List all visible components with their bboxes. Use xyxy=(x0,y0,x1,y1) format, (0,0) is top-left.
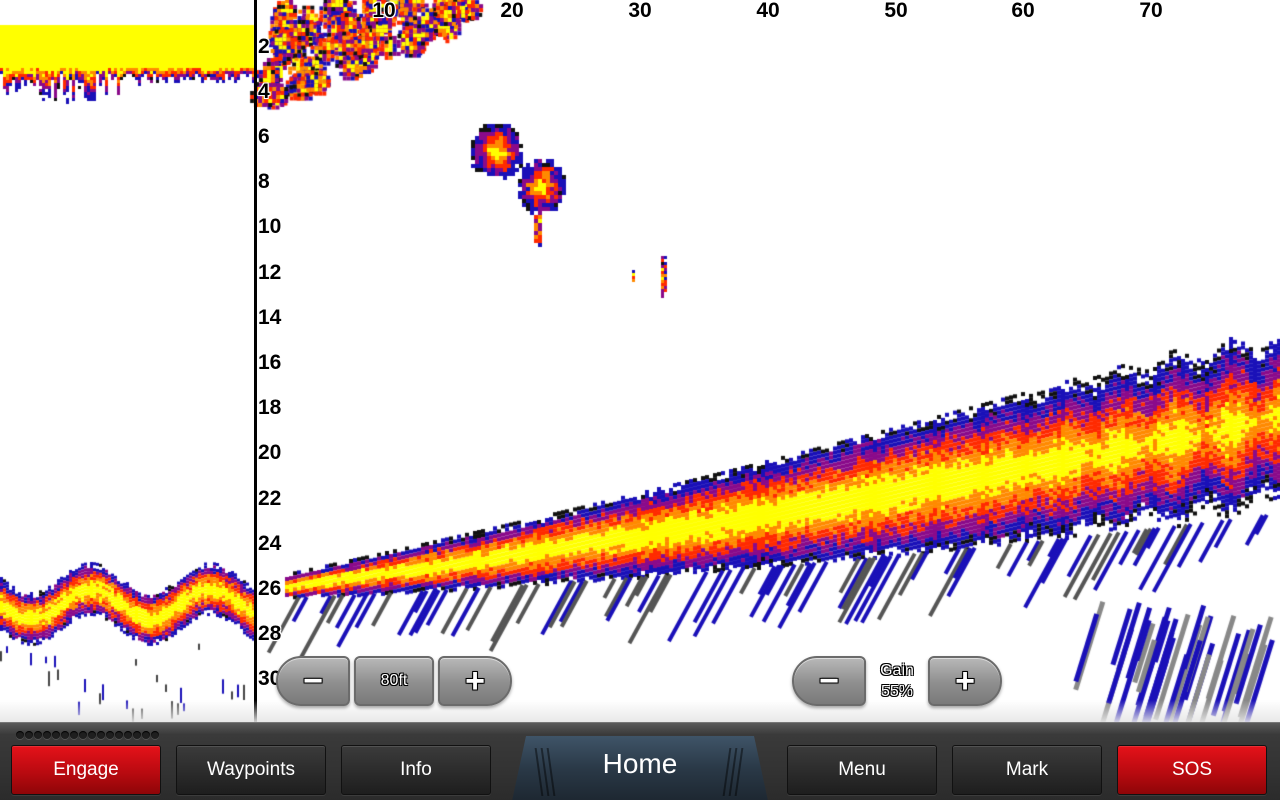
depth-label: 24 xyxy=(258,532,282,555)
status-led xyxy=(151,731,159,739)
info-button[interactable]: Info xyxy=(341,745,491,795)
distance-label: 60 xyxy=(1011,0,1035,22)
plus-icon: + xyxy=(465,662,485,700)
range-value: 80ft xyxy=(380,672,408,689)
waypoints-button[interactable]: Waypoints xyxy=(176,745,326,795)
gain-increase-button[interactable]: + xyxy=(928,656,1002,706)
depth-label: 12 xyxy=(258,261,282,284)
status-led xyxy=(25,731,33,739)
status-led xyxy=(133,731,141,739)
minus-icon: − xyxy=(819,662,839,700)
status-led xyxy=(115,731,123,739)
range-control: − 80ft + xyxy=(276,656,512,706)
depth-label: 16 xyxy=(258,351,282,374)
depth-label: 6 xyxy=(258,125,270,148)
bottom-fade xyxy=(0,700,1280,722)
depth-label: 8 xyxy=(258,170,270,193)
gain-title: Gain xyxy=(880,662,914,679)
depth-label: 4 xyxy=(258,80,270,103)
distance-label: 50 xyxy=(884,0,908,22)
sos-button-label: SOS xyxy=(1171,759,1213,780)
distance-label: 30 xyxy=(628,0,652,22)
menu-button-label: Menu xyxy=(838,759,886,780)
status-led xyxy=(124,731,132,739)
home-tab-label: Home xyxy=(602,748,678,779)
status-led xyxy=(142,731,150,739)
gain-readout: Gain 55% xyxy=(866,660,928,702)
range-value-button[interactable]: 80ft xyxy=(354,656,434,706)
status-led xyxy=(61,731,69,739)
history-divider-line xyxy=(254,0,257,722)
gain-control: − Gain 55% + xyxy=(792,656,1002,706)
status-led xyxy=(79,731,87,739)
sonar-returns-canvas[interactable] xyxy=(0,0,1280,722)
home-tab[interactable]: Home xyxy=(512,736,768,800)
status-led xyxy=(34,731,42,739)
depth-label: 28 xyxy=(258,622,282,645)
depth-label: 20 xyxy=(258,441,282,464)
info-button-label: Info xyxy=(400,759,432,780)
depth-label: 22 xyxy=(258,487,282,510)
status-led xyxy=(52,731,60,739)
depth-label: 14 xyxy=(258,306,282,329)
engage-button-label: Engage xyxy=(53,759,119,780)
distance-label: 10 xyxy=(372,0,396,22)
distance-label: 20 xyxy=(500,0,524,22)
menu-button[interactable]: Menu xyxy=(787,745,937,795)
range-decrease-button[interactable]: − xyxy=(276,656,350,706)
engage-button[interactable]: Engage xyxy=(11,745,161,795)
depth-label: 10 xyxy=(258,215,282,238)
status-led xyxy=(97,731,105,739)
depth-label: 18 xyxy=(258,396,282,419)
status-led xyxy=(16,731,24,739)
gain-decrease-button[interactable]: − xyxy=(792,656,866,706)
distance-label: 40 xyxy=(756,0,780,22)
plus-icon: + xyxy=(955,662,975,700)
mark-button[interactable]: Mark xyxy=(952,745,1102,795)
waypoints-button-label: Waypoints xyxy=(207,759,295,780)
status-led xyxy=(88,731,96,739)
sonar-view[interactable]: 2 4 6 8 10 12 14 16 18 20 22 24 26 28 30… xyxy=(0,0,1280,722)
status-led xyxy=(106,731,114,739)
range-increase-button[interactable]: + xyxy=(438,656,512,706)
gain-value: 55% xyxy=(880,683,914,700)
minus-icon: − xyxy=(303,662,323,700)
distance-label: 70 xyxy=(1139,0,1163,22)
status-led xyxy=(70,731,78,739)
mark-button-label: Mark xyxy=(1005,759,1049,780)
sos-button[interactable]: SOS xyxy=(1117,745,1267,795)
depth-label: 26 xyxy=(258,577,282,600)
status-led xyxy=(43,731,51,739)
status-led-strip xyxy=(16,731,159,739)
depth-label: 2 xyxy=(258,35,270,58)
bottom-navigation-bar: Engage Waypoints Info Home Menu Mark SOS xyxy=(0,722,1280,800)
